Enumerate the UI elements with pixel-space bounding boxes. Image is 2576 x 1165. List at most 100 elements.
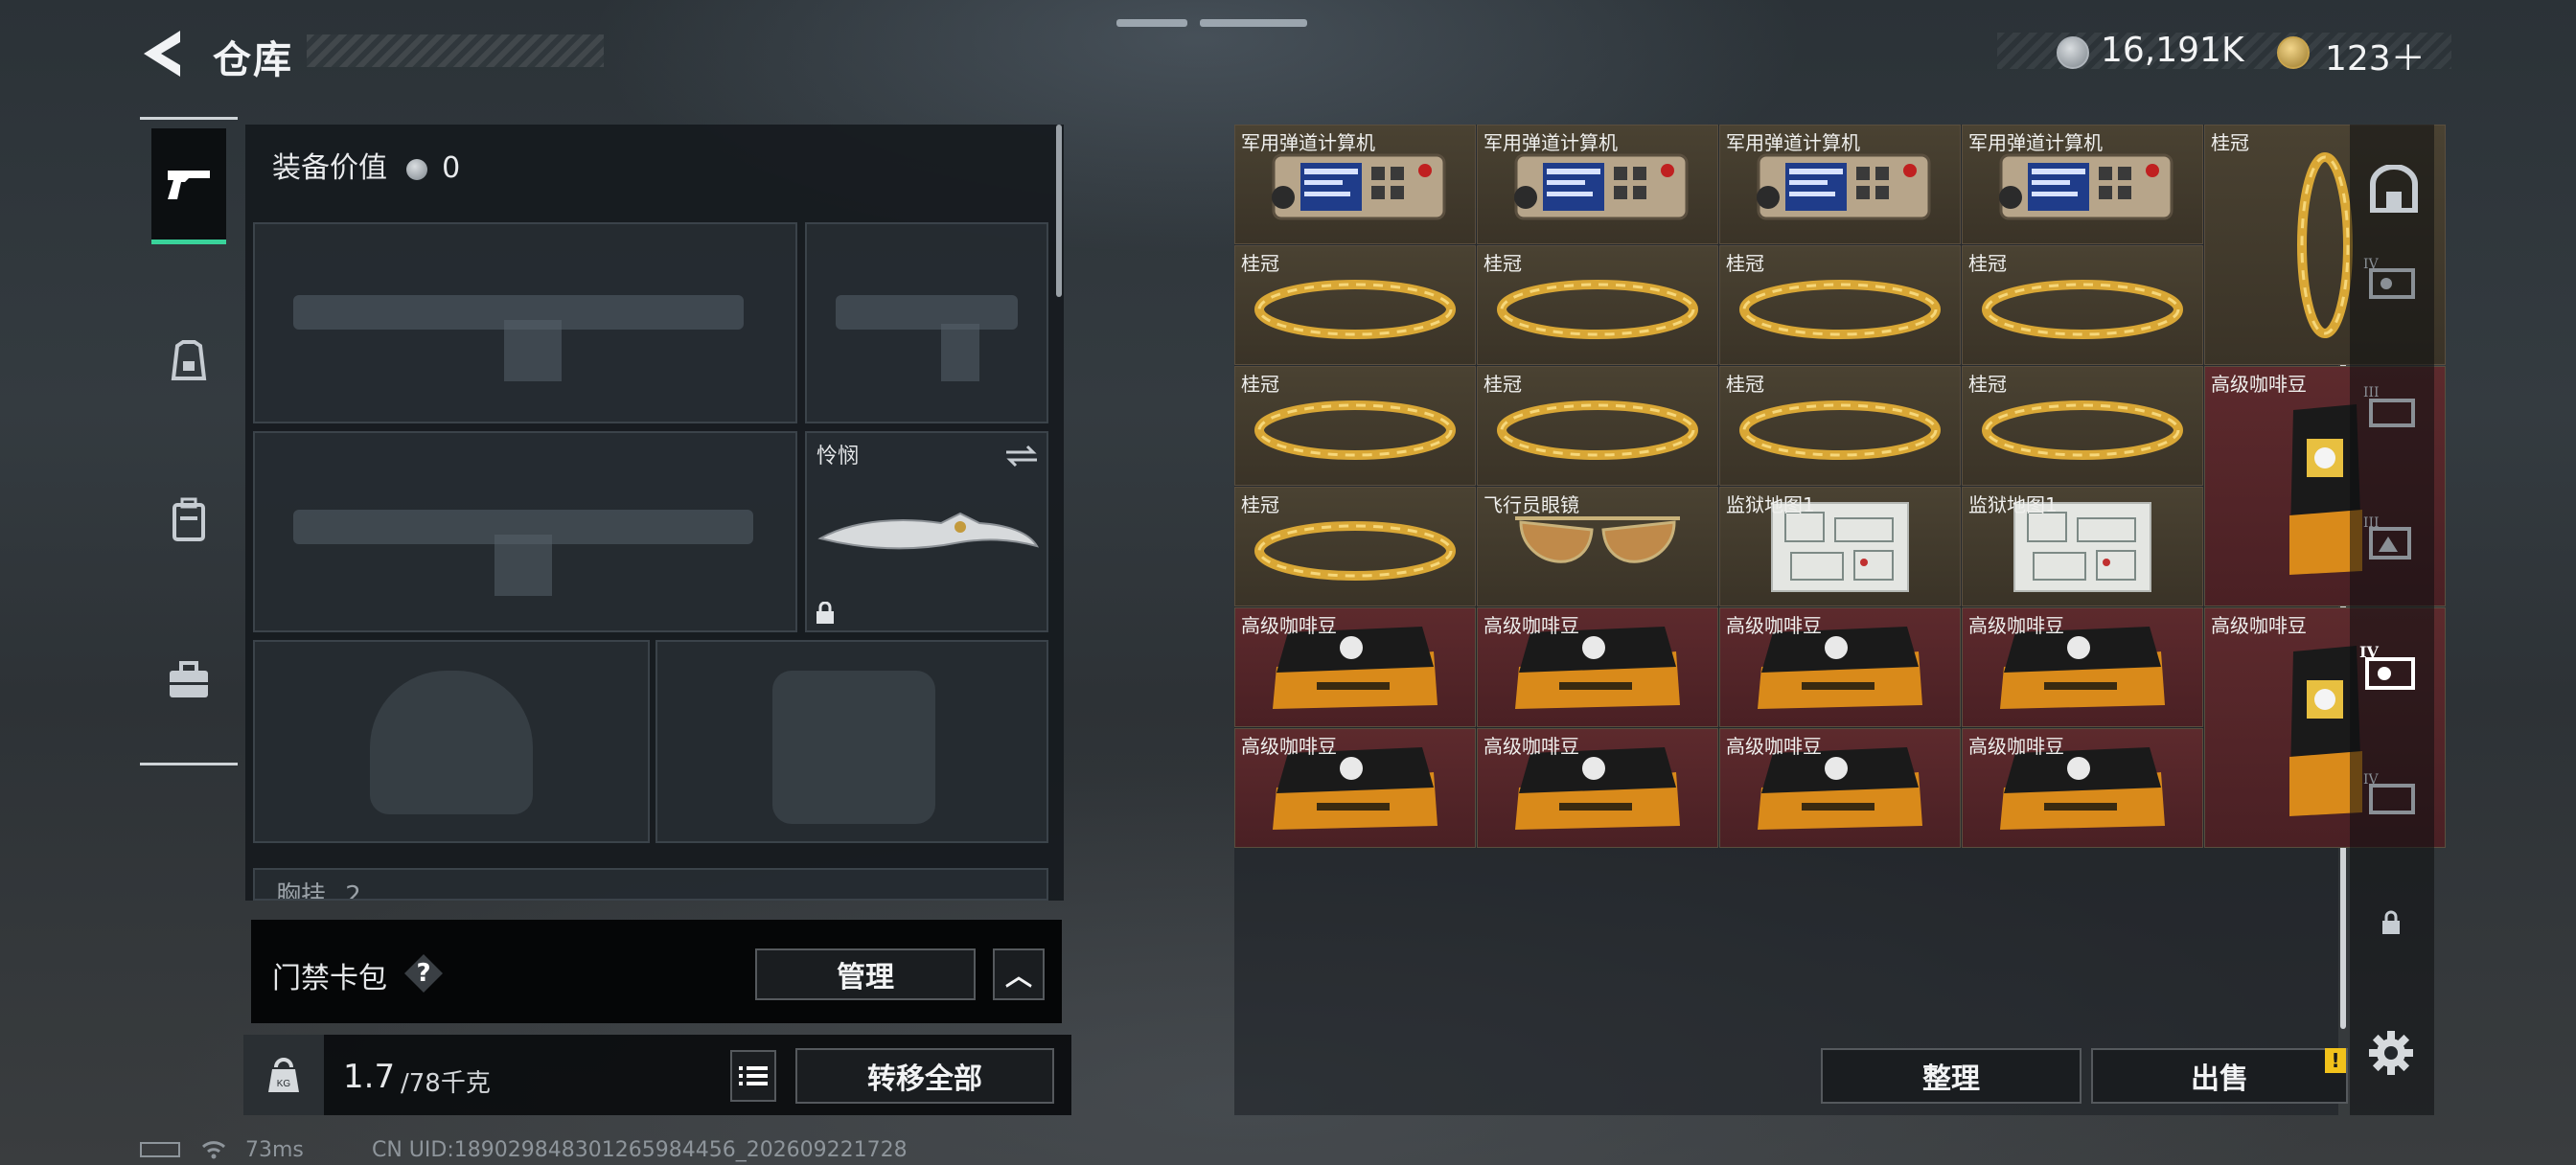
tabs-divider (140, 117, 238, 120)
storage-item[interactable]: 桂冠 (1477, 366, 1718, 486)
storage-item[interactable]: 高级咖啡豆 (1719, 728, 1961, 848)
storage-item[interactable]: 桂冠 (1719, 366, 1961, 486)
storage-item[interactable]: 桂冠 (1234, 366, 1476, 486)
storage-item[interactable]: 军用弹道计算机 (1719, 125, 1961, 244)
lock-icon (2382, 910, 2400, 934)
laurel-crown-icon (1254, 520, 1456, 581)
loadout-scrollbar[interactable] (1056, 125, 1062, 297)
list-icon (739, 1066, 768, 1085)
wifi-icon (201, 1141, 226, 1159)
storage-item[interactable]: 军用弹道计算机 (1962, 125, 2203, 244)
storage-item[interactable]: 桂冠 (1234, 487, 1476, 606)
tab-toolbox[interactable] (151, 625, 226, 736)
storage-item[interactable]: 高级咖啡豆 (1477, 607, 1718, 727)
item-name: 高级咖啡豆 (1726, 735, 1822, 758)
coin-amount: 16,191K (2101, 31, 2244, 70)
laurel-crown-icon (1982, 279, 2183, 339)
storage-tab-case-4a[interactable]: IV (2363, 253, 2423, 307)
transfer-all-button[interactable]: 转移全部 (795, 1048, 1054, 1104)
case-tier-3-icon: III (2363, 515, 2411, 560)
item-name: 高级咖啡豆 (1484, 614, 1579, 637)
pistol-grip-shape (941, 324, 979, 381)
storage-item[interactable]: 监狱地图1 (1719, 487, 1961, 606)
keycard-collapse-button[interactable]: ︿ (993, 948, 1045, 1000)
sell-button[interactable]: 出售 (2091, 1048, 2348, 1104)
toolbox-icon (170, 661, 208, 697)
helmet-silhouette-icon (370, 671, 533, 814)
item-name: 高级咖啡豆 (1726, 614, 1822, 637)
storage-tab-case-3a[interactable]: III (2363, 381, 2423, 435)
chest-rig-slot[interactable]: 胸挂 2 (253, 868, 1048, 901)
storage-item[interactable]: 高级咖啡豆 (1234, 728, 1476, 848)
equip-value-amount: 0 (442, 151, 461, 185)
storage-tab-case-4b[interactable]: IV (2359, 640, 2423, 697)
melee-slot[interactable]: 怜悯 (805, 431, 1048, 632)
item-name: 军用弹道计算机 (1968, 131, 2103, 154)
coin-icon (405, 158, 427, 180)
pistol-silhouette-icon (836, 295, 1018, 330)
tab-backpack[interactable] (151, 464, 226, 575)
storage-item[interactable]: 桂冠 (1477, 245, 1718, 365)
storage-item[interactable]: 飞行员眼镜 (1477, 487, 1718, 606)
storage-item[interactable]: 桂冠 (1234, 245, 1476, 365)
svg-text:III: III (2363, 385, 2380, 400)
rifle-magazine-shape (494, 535, 552, 596)
item-name: 高级咖啡豆 (2211, 614, 2307, 637)
helmet-slot[interactable] (253, 640, 650, 843)
item-name: 桂冠 (1968, 252, 2007, 275)
item-name: 桂冠 (1968, 373, 2007, 396)
storage-item[interactable]: 桂冠 (1719, 245, 1961, 365)
case-tier-4-icon: IV (2359, 643, 2415, 690)
equip-value-label: 装备价值 (272, 151, 387, 185)
sort-button[interactable]: 整理 (1821, 1048, 2082, 1104)
premium-amount[interactable]: 123＋ (2325, 31, 2426, 80)
tab-armor[interactable] (151, 307, 226, 418)
storage-item[interactable]: 军用弹道计算机 (1234, 125, 1476, 244)
list-view-button[interactable] (730, 1050, 776, 1102)
tab-weapons[interactable] (151, 128, 226, 244)
item-name: 桂冠 (1726, 252, 1764, 275)
weight-current: 1.7 (343, 1058, 396, 1096)
storage-item[interactable]: 桂冠 (1962, 366, 2203, 486)
back-button[interactable] (140, 29, 184, 79)
case-tier-4-icon: IV (2363, 772, 2415, 814)
laurel-crown-icon (1497, 400, 1698, 460)
item-name: 高级咖啡豆 (1968, 735, 2064, 758)
page-title: 仓库 (213, 38, 293, 82)
chest-rig-name: 胸挂 (276, 881, 327, 901)
item-name: 高级咖啡豆 (1241, 735, 1337, 758)
keycard-manage-button[interactable]: 管理 (755, 948, 976, 1000)
storage-tab-case-4c[interactable]: IV (2363, 768, 2423, 822)
alert-badge: ! (2325, 1048, 2346, 1073)
storage-item[interactable]: 桂冠 (1962, 245, 2203, 365)
sidearm-slot[interactable] (805, 222, 1048, 423)
storage-item[interactable]: 高级咖啡豆 (1234, 607, 1476, 727)
storage-tab-locked[interactable] (2380, 910, 2402, 939)
item-name: 高级咖啡豆 (1484, 735, 1579, 758)
storage-tab-vault[interactable] (2367, 164, 2421, 217)
item-name: 桂冠 (1484, 373, 1522, 396)
keycard-label: 门禁卡包 (272, 962, 387, 995)
item-name: 桂冠 (1484, 252, 1522, 275)
storage-item[interactable]: 高级咖啡豆 (1962, 728, 2203, 848)
battery-icon (140, 1142, 180, 1157)
settings-button[interactable] (2367, 1029, 2415, 1081)
aviator-glasses-icon (1515, 515, 1680, 563)
storage-item[interactable]: 监狱地图1 (1962, 487, 2203, 606)
storage-item[interactable]: 高级咖啡豆 (1477, 728, 1718, 848)
rifle-magazine-shape (504, 320, 562, 381)
pistol-icon (168, 171, 210, 199)
storage-tab-case-3b[interactable]: III (2363, 512, 2423, 565)
body-armor-slot[interactable] (656, 640, 1048, 843)
storage-item[interactable]: 高级咖啡豆 (1719, 607, 1961, 727)
swap-icon[interactable] (1004, 443, 1039, 469)
ping-text: 73ms (245, 1138, 304, 1162)
armor-icon (171, 340, 207, 380)
tabs-divider (140, 763, 238, 765)
secondary-weapon-slot[interactable] (253, 431, 797, 632)
storage-item[interactable]: 军用弹道计算机 (1477, 125, 1718, 244)
primary-weapon-slot[interactable] (253, 222, 797, 423)
weight-icon-box: KG (243, 1035, 324, 1115)
weight-max: /78千克 (401, 1069, 491, 1098)
storage-item[interactable]: 高级咖啡豆 (1962, 607, 2203, 727)
